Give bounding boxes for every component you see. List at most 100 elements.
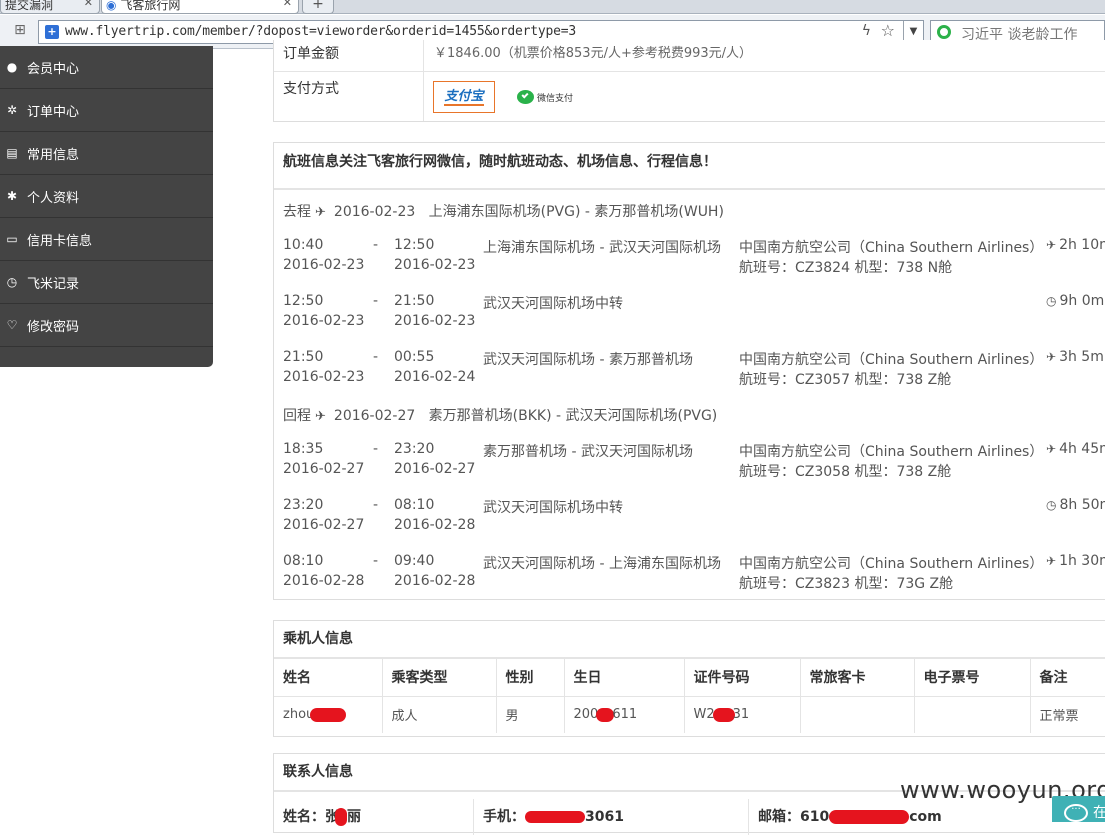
clock-icon: ◷ [6,275,18,289]
time-separator: - [373,497,379,513]
asterisk-icon: ✱ [6,189,18,203]
sidebar-item-change-password[interactable]: ♡ 修改密码 [0,304,213,347]
leg-route: 武汉天河国际机场中转 [483,500,623,516]
alipay-logo: 支付宝 [444,89,484,106]
sidebar-item-member-center[interactable]: ● 会员中心 [0,46,213,89]
passenger-birthday: 200 611 [564,696,685,733]
arr-time: 23:20 [394,441,435,457]
return-title: 回程 ✈ 2016-02-27 素万那普机场(BKK) - 武汉天河国际机场(PVG… [283,405,717,425]
apps-grid-icon[interactable]: ⊞ [10,22,30,42]
sidebar-item-label: 信用卡信息 [27,233,93,249]
sidebar-item-order-center[interactable]: ✲ 订单中心 [0,89,213,132]
alipay-button[interactable]: 支付宝 [433,81,495,113]
flight-leg: 21:50 2016-02-23 - 00:55 2016-02-24 武汉天河… [283,349,1105,393]
dep-time: 23:20 [283,497,324,513]
list-icon: ▤ [6,146,18,160]
flight-info-panel: 航班信息关注飞客旅行网微信，随时航班动态、机场信息、行程信息！ 去程 ✈ 2016-… [273,142,1105,600]
dep-time: 12:50 [283,293,324,309]
airline-name: 中国南方航空公司（China Southern Airlines） [739,444,1044,460]
flight-leg: 10:40 2016-02-23 - 12:50 2016-02-23 上海浦东… [283,237,1105,281]
passenger-table: 姓名 乘客类型 性别 生日 证件号码 常旅客卡 电子票号 备注 zhou 成人 … [274,659,1105,733]
dep-date: 2016-02-28 [283,573,365,589]
arr-time: 21:50 [394,293,435,309]
arr-date: 2016-02-23 [394,313,476,329]
redaction-mark [525,811,585,823]
arr-date: 2016-02-28 [394,573,476,589]
column-header: 姓名 [274,659,383,697]
arr-time: 09:40 [394,553,435,569]
redaction-mark [712,707,735,722]
e-ticket-number [914,696,1031,733]
outbound-date: 2016-02-23 [333,204,416,220]
wechat-icon [517,90,534,104]
plane-icon: ✈ [315,205,326,220]
member-sidebar: ● 会员中心 ✲ 订单中心 ▤ 常用信息 ✱ 个人资料 ▭ 信用卡信息 ◷ 飞米… [0,46,213,367]
order-summary: 订单金额 ￥1846.00（机票价格853元/人+参考税费993元/人） 支付方… [273,40,1105,122]
leg-route: 素万那普机场 - 武汉天河国际机场 [483,444,693,460]
sidebar-item-label: 订单中心 [27,104,80,120]
dep-time: 18:35 [283,441,324,457]
plane-icon: ✈ [1046,350,1057,364]
leg-duration: ✈1h 30m [1046,553,1105,569]
contact-name: 姓名：张丽 [274,799,474,835]
star-icon[interactable]: ☆ [881,21,895,40]
dep-date: 2016-02-27 [283,517,365,533]
dep-date: 2016-02-27 [283,461,365,477]
dep-time: 10:40 [283,237,324,253]
close-icon[interactable]: ✕ [283,0,292,9]
airline-name: 中国南方航空公司（China Southern Airlines） [739,240,1044,256]
redaction-mark [310,707,347,722]
time-separator: - [373,441,379,457]
close-icon[interactable]: ✕ [84,0,93,9]
passenger-name: zhou [274,696,383,733]
wechat-pay-button[interactable]: 微信支付 [517,88,573,106]
arr-date: 2016-02-23 [394,257,476,273]
sidebar-item-miles[interactable]: ◷ 飞米记录 [0,261,213,304]
column-header: 生日 [564,659,685,697]
leg-duration: ◷ 9h 0m [1046,293,1105,309]
tab-bug-submit[interactable]: 提交漏洞 ✕ [0,0,100,14]
flight-number: 航班号：CZ3824 机型：738 N舱 [739,260,953,276]
online-chat-button[interactable]: ··· 在 [1052,796,1105,822]
passenger-info-header: 乘机人信息 [274,621,1105,659]
flight-number: 航班号：CZ3058 机型：738 Z舱 [739,464,952,480]
transfer-leg: 23:20 2016-02-27 - 08:10 2016-02-28 武汉天河… [283,497,1105,541]
new-tab-button[interactable]: + [302,0,334,14]
flight-leg: 18:35 2016-02-27 - 23:20 2016-02-27 素万那普… [283,441,1105,485]
time-separator: - [373,293,379,309]
passenger-id-number: W2 31 [684,696,801,733]
column-header: 电子票号 [914,659,1031,697]
time-separator: - [373,237,379,253]
flight-leg: 08:10 2016-02-28 - 09:40 2016-02-28 武汉天河… [283,553,1105,597]
time-separator: - [373,349,379,365]
sidebar-item-common-info[interactable]: ▤ 常用信息 [0,132,213,175]
airline-name: 中国南方航空公司（China Southern Airlines） [739,556,1044,572]
sidebar-item-label: 常用信息 [27,147,80,163]
outbound-label: 去程 [283,204,311,220]
leg-route: 武汉天河国际机场 - 素万那普机场 [483,352,693,368]
sidebar-item-profile[interactable]: ✱ 个人资料 [0,175,213,218]
flight-number: 航班号：CZ3823 机型：73G Z舱 [739,576,954,592]
leg-route: 武汉天河国际机场中转 [483,296,623,312]
plane-icon: ✈ [315,409,326,424]
leg-duration: ✈2h 10m [1046,237,1105,253]
gear-icon: ✲ [6,103,18,117]
order-amount-label: 订单金额 [274,40,424,71]
column-header: 备注 [1030,659,1105,697]
outbound-title: 去程 ✈ 2016-02-23 上海浦东国际机场(PVG) - 素万那普机场(WUH… [283,201,724,221]
redaction-mark [335,808,347,826]
dep-time: 21:50 [283,349,324,365]
sidebar-item-credit-card[interactable]: ▭ 信用卡信息 [0,218,213,261]
column-header: 乘客类型 [382,659,497,697]
arr-time: 08:10 [394,497,435,513]
lightning-icon[interactable]: ϟ [862,23,871,39]
return-route: 素万那普机场(BKK) - 武汉天河国际机场(PVG) [428,408,718,424]
tab-flyertrip[interactable]: ◉ 飞客旅行网 ✕ [101,0,299,14]
passenger-gender: 男 [496,696,565,733]
return-label: 回程 [283,408,311,424]
plane-icon: ✈ [1046,554,1057,568]
clock-icon: ◷ [1046,498,1057,512]
dep-time: 08:10 [283,553,324,569]
arr-time: 12:50 [394,237,435,253]
contact-phone: 手机： 3061 [474,799,749,835]
